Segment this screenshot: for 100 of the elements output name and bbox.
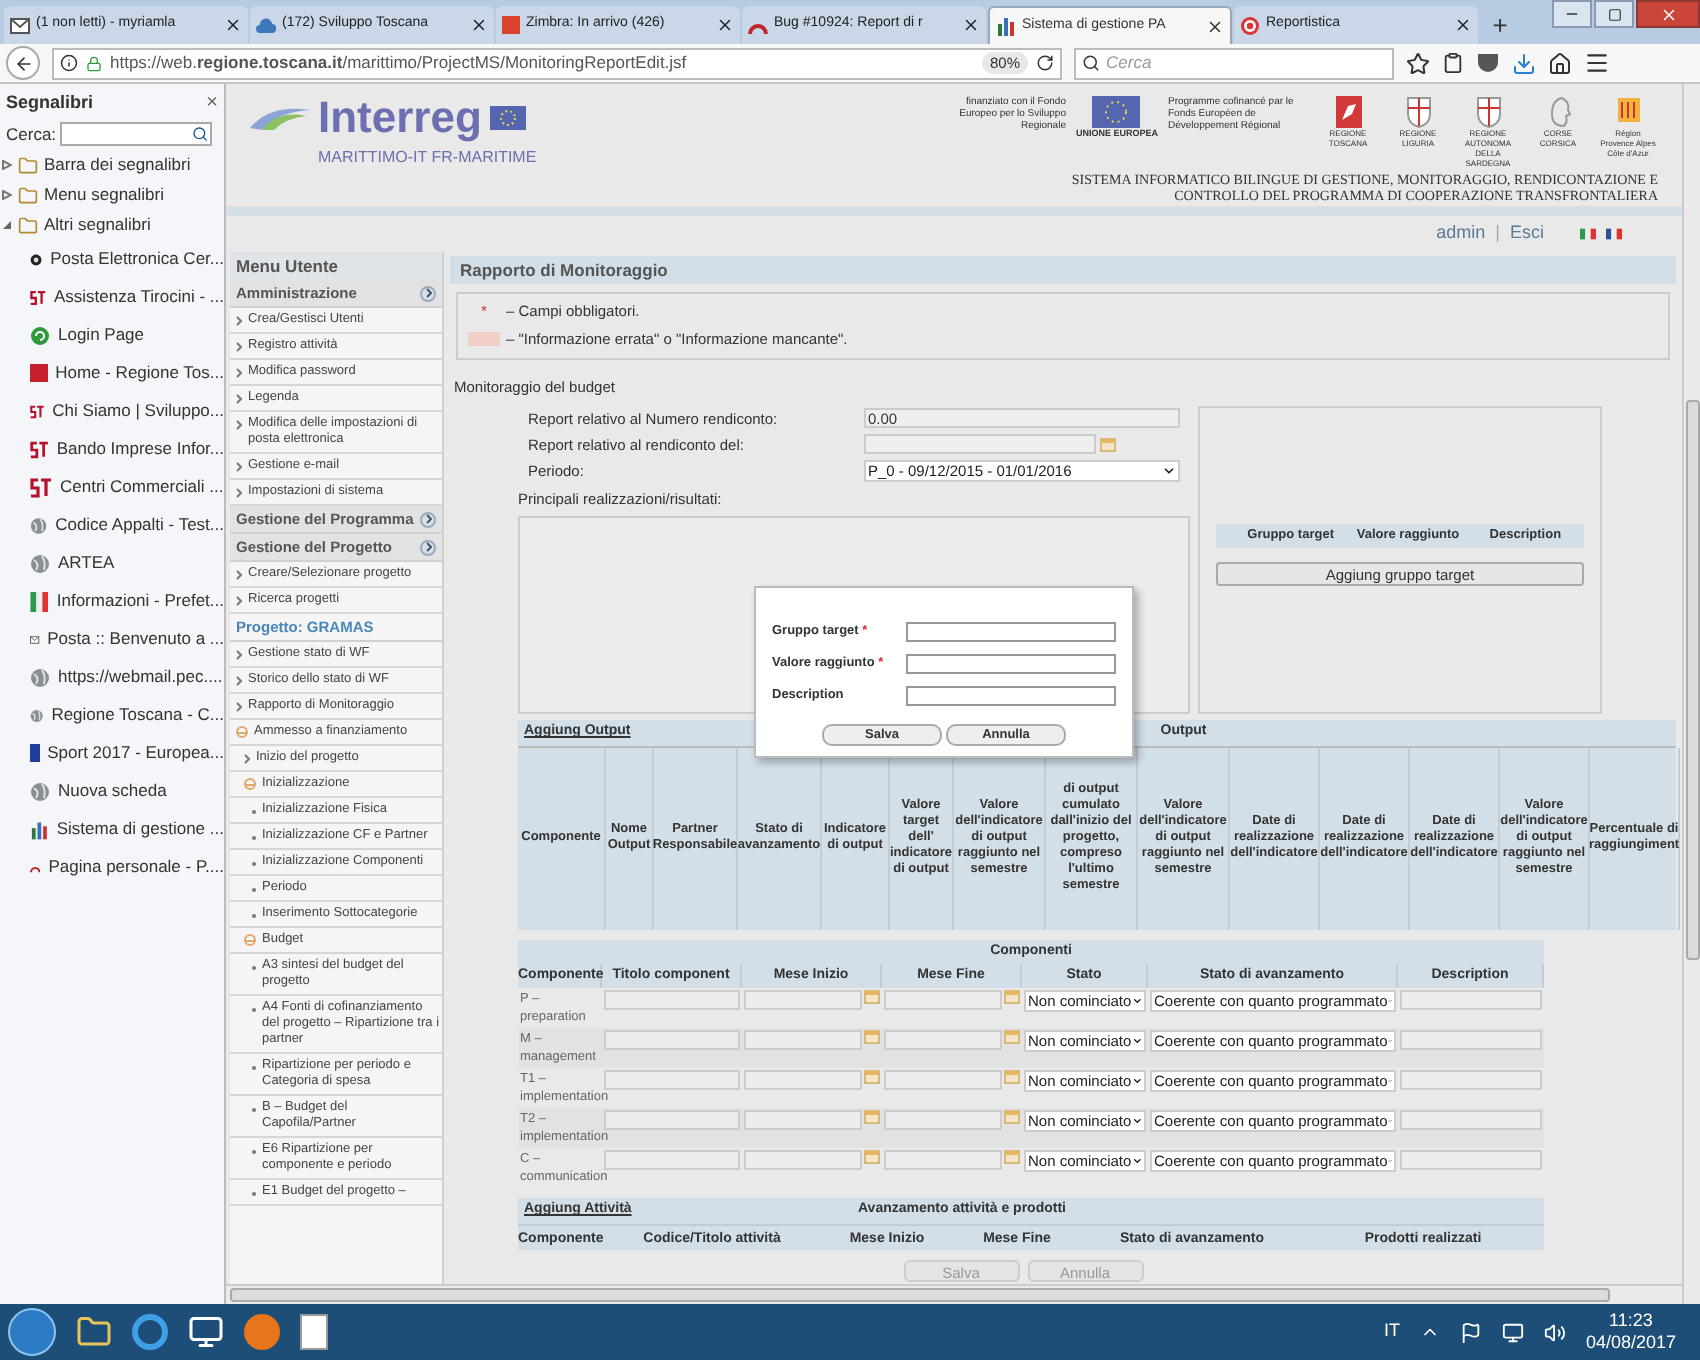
input-field[interactable]	[604, 1029, 740, 1050]
pocket-icon[interactable]	[1476, 52, 1500, 74]
date-field[interactable]	[884, 1029, 1002, 1050]
bar-chart-icon	[30, 819, 49, 839]
calendar-icon	[864, 1069, 880, 1084]
search-icon	[1082, 54, 1100, 72]
bookmark-item[interactable]: Nuova scheda	[0, 772, 224, 810]
input-field[interactable]	[906, 685, 1116, 705]
input-field[interactable]	[604, 1149, 740, 1170]
folder-icon	[18, 155, 38, 175]
close-icon[interactable]	[224, 16, 242, 34]
close-button[interactable]: ×	[206, 94, 218, 114]
collapsed-triangle-icon	[2, 160, 12, 170]
date-field[interactable]	[744, 1069, 862, 1090]
speaker-icon[interactable]	[1543, 1321, 1566, 1343]
calendar-icon	[1004, 1029, 1020, 1044]
close-button[interactable]	[1636, 0, 1700, 28]
lock-icon	[86, 55, 102, 71]
bookmark-item[interactable]: Informazioni - Prefet...	[0, 582, 224, 620]
input-field[interactable]	[604, 989, 740, 1010]
input-field[interactable]	[906, 621, 1116, 641]
input-field[interactable]	[604, 1069, 740, 1090]
date-field[interactable]	[884, 1109, 1002, 1130]
input-field[interactable]	[1400, 1029, 1542, 1050]
new-tab-button[interactable]: +	[1480, 6, 1520, 44]
date-field[interactable]	[744, 1029, 862, 1050]
chevron-icon	[236, 368, 242, 378]
programme-name: MARITTIMO-IT FR-MARITIME	[316, 146, 539, 170]
bookmark-item[interactable]: Chi Siamo | Sviluppo...	[0, 392, 224, 430]
expand-icon[interactable]	[420, 511, 436, 527]
bookmark-folder[interactable]: Altri segnalibri	[0, 210, 224, 240]
monitor-icon[interactable]	[188, 1314, 224, 1350]
maximize-icon	[1607, 7, 1621, 21]
close-icon[interactable]	[1454, 16, 1472, 34]
bookmark-item[interactable]: Sistema di gestione ...	[0, 810, 224, 848]
date-field[interactable]	[744, 989, 862, 1010]
browser-icon[interactable]	[132, 1314, 168, 1350]
input-field[interactable]	[1400, 1109, 1542, 1130]
input-field[interactable]	[604, 1109, 740, 1130]
search-field[interactable]	[60, 122, 213, 146]
expand-icon[interactable]	[420, 539, 436, 555]
bookmark-item[interactable]: Regione Toscana - C...	[0, 696, 224, 734]
calendar-icon	[864, 1109, 880, 1124]
network-icon[interactable]	[1501, 1321, 1524, 1343]
folder-icon[interactable]	[76, 1314, 112, 1350]
browser-icon[interactable]	[244, 1314, 280, 1350]
clipboard-icon[interactable]	[1442, 52, 1464, 74]
home-icon[interactable]	[1548, 51, 1572, 75]
input-field[interactable]	[906, 653, 1116, 673]
back-button[interactable]	[6, 46, 40, 80]
clock[interactable]: 11:23 04/08/2017	[1585, 1310, 1692, 1354]
language-indicator[interactable]: IT	[1383, 1318, 1400, 1346]
date-field[interactable]	[884, 1149, 1002, 1170]
bookmark-folder[interactable]: Menu segnalibri	[0, 180, 224, 210]
bookmark-folder[interactable]: Barra dei segnalibri	[0, 150, 224, 180]
bookmark-item[interactable]: Assistenza Tirocini - ...	[0, 278, 224, 316]
bookmark-item[interactable]: Bando Imprese Infor...	[0, 430, 224, 468]
close-icon[interactable]	[470, 16, 488, 34]
minimize-button[interactable]	[1552, 0, 1592, 28]
bookmark-item[interactable]: Centri Commerciali ...	[0, 468, 224, 506]
menu-icon[interactable]	[1584, 50, 1610, 76]
bookmark-item[interactable]: Posta :: Benvenuto a ...	[0, 620, 224, 658]
bookmark-item[interactable]: Login Page	[0, 316, 224, 354]
bar-chart-icon	[996, 16, 1016, 36]
date-field[interactable]	[884, 989, 1002, 1010]
document-icon[interactable]	[300, 1314, 328, 1350]
eu-flag-icon	[1092, 96, 1141, 128]
close-icon[interactable]	[1206, 17, 1224, 35]
bookmark-item[interactable]: Sport 2017 - Europea...	[0, 734, 224, 772]
input-field[interactable]	[1400, 1149, 1542, 1170]
search-field[interactable]: Cerca	[1106, 50, 1366, 76]
bookmark-item[interactable]: ARTEA	[0, 544, 224, 582]
date-field[interactable]	[744, 1109, 862, 1130]
horizontal-scrollbar[interactable]	[226, 1284, 1682, 1304]
input-field[interactable]	[1400, 1069, 1542, 1090]
star-icon[interactable]	[1406, 51, 1430, 75]
date-field[interactable]	[864, 434, 1096, 455]
dropdown-icon	[1131, 993, 1142, 1008]
bookmark-item[interactable]: Home - Regione Tos...	[0, 354, 224, 392]
flag-icon[interactable]	[1459, 1321, 1482, 1343]
close-icon[interactable]	[716, 16, 734, 34]
calendar-icon	[864, 989, 880, 1004]
date-field[interactable]	[744, 1149, 862, 1170]
bookmark-item[interactable]: https://webmail.pec....	[0, 658, 224, 696]
vertical-scrollbar[interactable]	[1682, 84, 1700, 1304]
start-button[interactable]	[8, 1308, 56, 1356]
logout-link[interactable]: Esci	[1509, 220, 1544, 248]
url-text: https://web.regione.toscana.it/marittimo/ProjectMS/MonitoringReportEdit.jsf	[110, 50, 689, 76]
search-bar[interactable]: Cerca	[1074, 47, 1394, 79]
expand-icon[interactable]	[420, 285, 436, 301]
input-field[interactable]	[1400, 989, 1542, 1010]
reload-icon[interactable]	[1036, 54, 1054, 72]
bookmark-item[interactable]: Posta Elettronica Cer...	[0, 240, 224, 278]
maximize-button[interactable]	[1594, 0, 1634, 28]
close-icon[interactable]	[962, 16, 980, 34]
bookmark-item[interactable]: Codice Appalti - Test...	[0, 506, 224, 544]
date-field[interactable]	[884, 1069, 1002, 1090]
bookmark-item[interactable]: Pagina personale - P....	[0, 848, 224, 886]
user-link[interactable]: admin	[1436, 220, 1486, 248]
download-icon[interactable]	[1512, 51, 1536, 75]
